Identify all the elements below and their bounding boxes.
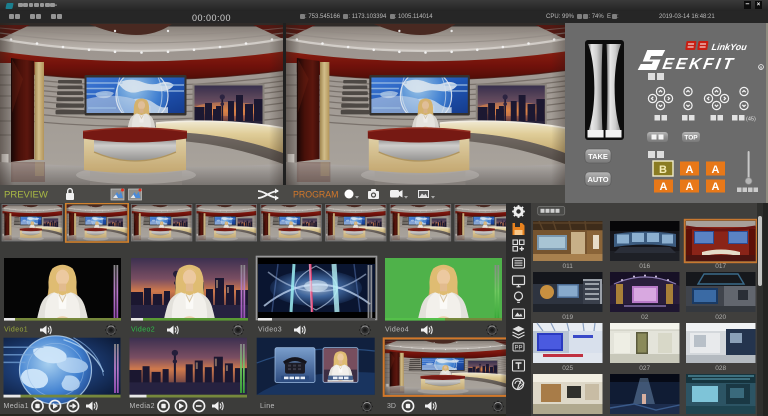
- svg-text:EEKFIT: EEKFIT: [661, 55, 737, 73]
- svg-text:PROGRAM: PROGRAM: [293, 190, 338, 200]
- svg-text:027: 027: [639, 365, 650, 372]
- svg-text:A: A: [660, 181, 668, 193]
- svg-text:019: 019: [562, 314, 573, 321]
- svg-text:Media1: Media1: [4, 403, 29, 410]
- svg-text:3D: 3D: [387, 403, 396, 410]
- svg-text:A: A: [712, 181, 720, 193]
- svg-text:020: 020: [715, 314, 726, 321]
- svg-text:TAKE: TAKE: [588, 152, 608, 161]
- svg-text:016: 016: [639, 263, 650, 270]
- svg-text:TOP: TOP: [684, 135, 698, 142]
- svg-text:PP: PP: [515, 346, 523, 352]
- svg-text:LinkYou: LinkYou: [711, 42, 748, 52]
- svg-text:025: 025: [562, 365, 573, 372]
- svg-text:02: 02: [641, 314, 649, 321]
- svg-text:AUTO: AUTO: [587, 175, 608, 184]
- svg-text:Video3: Video3: [258, 326, 282, 333]
- svg-text:011: 011: [563, 263, 574, 270]
- svg-text:R: R: [760, 65, 763, 70]
- svg-text:(45): (45): [746, 117, 756, 123]
- svg-text:A: A: [686, 181, 694, 193]
- svg-text:Line: Line: [260, 403, 275, 410]
- svg-text:017: 017: [715, 263, 726, 270]
- svg-text:A: A: [686, 164, 694, 176]
- svg-text:PREVIEW: PREVIEW: [4, 190, 48, 201]
- svg-text:Video4: Video4: [385, 326, 409, 333]
- svg-text:Video2: Video2: [131, 326, 155, 333]
- svg-text:A: A: [712, 164, 720, 176]
- svg-text:Video1: Video1: [4, 326, 28, 333]
- svg-text:B: B: [659, 164, 667, 176]
- svg-text:028: 028: [715, 365, 726, 372]
- svg-text:Media2: Media2: [130, 403, 155, 410]
